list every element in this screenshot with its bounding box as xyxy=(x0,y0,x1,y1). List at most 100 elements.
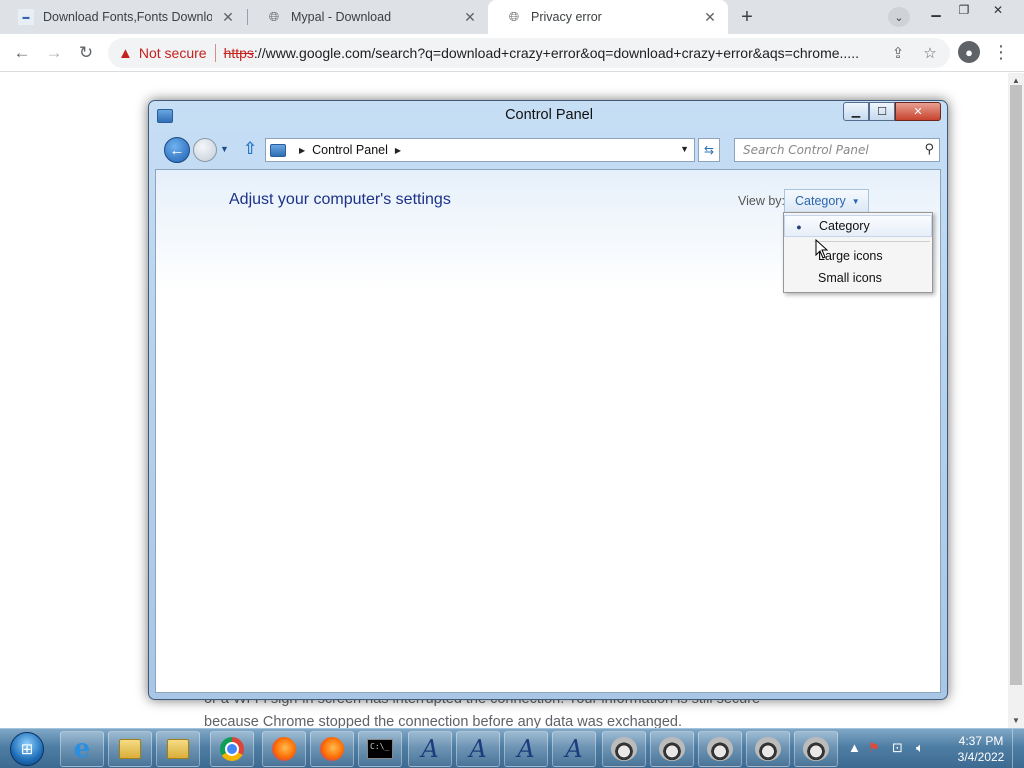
system-tray: ▲ ⚑ ⊡ 🔈︎ 4:37 PM 3/4/2022 xyxy=(848,729,1024,768)
menu-item-label: Small icons xyxy=(818,271,882,285)
taskbar-control-panel[interactable] xyxy=(156,731,200,767)
clock-time[interactable]: 4:37 PM xyxy=(946,734,1016,748)
view-by-label: View by: xyxy=(738,194,786,208)
view-by-dropdown[interactable]: Category ▼ xyxy=(784,189,869,213)
font-app-icon: A xyxy=(517,735,535,763)
taskbar-command-prompt[interactable]: C:\_ xyxy=(358,731,402,767)
scroll-down-icon[interactable]: ▼ xyxy=(1011,715,1021,725)
taskbar-font-app[interactable]: A xyxy=(456,731,500,767)
font-app-icon: A xyxy=(565,735,583,763)
tab-search-chevron-icon[interactable]: ⌄ xyxy=(888,7,910,27)
up-arrow-icon[interactable]: ⇧ xyxy=(243,139,257,159)
kebab-menu-icon[interactable]: ⋮ xyxy=(992,40,1010,64)
tab-close-icon[interactable]: ✕ xyxy=(220,9,236,25)
taskbar-raccoon-app[interactable] xyxy=(698,731,742,767)
minimize-icon[interactable]: ▁ xyxy=(922,1,950,19)
tab-download-fonts[interactable]: ▬ Download Fonts,Fonts Download ✕ xyxy=(0,0,246,34)
address-bar[interactable]: ▶ Control Panel ▶ ▼ xyxy=(265,138,695,162)
taskbar-font-app[interactable]: A xyxy=(408,731,452,767)
view-by-value: Category xyxy=(795,194,846,208)
refresh-icon[interactable]: ⇆ xyxy=(698,138,720,162)
font-app-icon: A xyxy=(421,735,439,763)
taskbar-chrome[interactable] xyxy=(210,731,254,767)
security-status[interactable]: Not secure xyxy=(139,45,207,61)
action-center-flag-icon[interactable]: ⚑ xyxy=(868,740,880,756)
close-window-icon[interactable]: ✕ xyxy=(984,1,1012,19)
network-icon[interactable]: ⊡ xyxy=(892,740,903,756)
taskbar-raccoon-app[interactable] xyxy=(746,731,790,767)
chevron-down-icon: ▼ xyxy=(851,196,860,206)
taskbar-raccoon-app[interactable] xyxy=(794,731,838,767)
tab-close-icon[interactable]: ✕ xyxy=(702,9,718,25)
taskbar-explorer[interactable] xyxy=(108,731,152,767)
internet-explorer-icon: e xyxy=(73,734,91,764)
restore-icon[interactable]: ❐ xyxy=(950,1,978,19)
maximize-icon[interactable]: ☐ xyxy=(869,102,895,121)
page-scrollbar[interactable]: ▲ ▼ xyxy=(1008,73,1024,728)
breadcrumb-arrow-icon[interactable]: ▶ xyxy=(395,146,401,155)
menu-item-label: Category xyxy=(819,219,870,233)
page-paragraph-line: because Chrome stopped the connection be… xyxy=(204,714,683,728)
taskbar-raccoon-app[interactable] xyxy=(602,731,646,767)
arrow-left-icon[interactable]: ← xyxy=(10,41,34,65)
firefox-icon xyxy=(272,737,296,761)
start-button[interactable]: ⊞ xyxy=(2,730,52,768)
close-icon[interactable]: ✕ xyxy=(895,102,941,121)
taskbar-firefox-2[interactable] xyxy=(310,731,354,767)
reload-icon[interactable]: ↻ xyxy=(74,41,98,65)
volume-icon[interactable]: 🔈︎ xyxy=(916,740,924,756)
new-tab-button[interactable]: + xyxy=(735,6,759,28)
view-by-menu: ● Category Large icons Small icons xyxy=(783,212,933,293)
globe-icon: 🌐︎ xyxy=(268,9,280,24)
raccoon-icon xyxy=(707,737,733,761)
control-panel-window: Control Panel ▁ ☐ ✕ ← ▼ ⇧ ▶ Control Pane… xyxy=(148,100,948,700)
show-desktop-button[interactable] xyxy=(1012,729,1024,768)
taskbar-raccoon-app[interactable] xyxy=(650,731,694,767)
command-prompt-icon: C:\_ xyxy=(367,739,393,759)
menu-item-large-icons[interactable]: Large icons xyxy=(784,245,932,267)
taskbar-font-app[interactable]: A xyxy=(504,731,548,767)
scroll-up-icon[interactable]: ▲ xyxy=(1011,75,1021,85)
address-bar[interactable]: ▲ Not secure https ://www.google.com/sea… xyxy=(108,38,950,68)
tab-title: Download Fonts,Fonts Download xyxy=(43,10,212,24)
breadcrumb-control-panel[interactable]: Control Panel xyxy=(312,143,388,157)
globe-icon: 🌐︎ xyxy=(508,9,520,24)
control-panel-icon xyxy=(270,143,286,157)
tab-close-icon[interactable]: ✕ xyxy=(462,9,478,25)
search-placeholder: Search Control Panel xyxy=(743,143,869,157)
back-arrow-icon[interactable]: ← xyxy=(164,137,190,163)
mouse-cursor-icon xyxy=(815,239,829,259)
window-title: Control Panel xyxy=(505,107,593,123)
firefox-icon xyxy=(320,737,344,761)
browser-toolbar: ← → ↻ ▲ Not secure https ://www.google.c… xyxy=(0,34,1024,72)
font-app-icon: A xyxy=(469,735,487,763)
page-heading: Adjust your computer's settings xyxy=(229,191,451,208)
folder-icon xyxy=(119,739,141,759)
folder-icon xyxy=(167,739,189,759)
forward-arrow-icon[interactable] xyxy=(193,138,217,162)
taskbar-internet-explorer[interactable]: e xyxy=(60,731,104,767)
scroll-thumb[interactable] xyxy=(1010,85,1022,685)
menu-item-category[interactable]: ● Category xyxy=(784,215,932,237)
tab-privacy-error[interactable]: 🌐︎ Privacy error ✕ xyxy=(488,0,728,34)
taskbar-firefox[interactable] xyxy=(262,731,306,767)
taskbar-font-app[interactable]: A xyxy=(552,731,596,767)
search-input[interactable]: Search Control Panel ⚲ xyxy=(734,138,940,162)
history-dropdown-icon[interactable]: ▼ xyxy=(220,144,229,154)
breadcrumb-arrow-icon[interactable]: ▶ xyxy=(299,146,305,155)
tray-expand-icon[interactable]: ▲ xyxy=(848,740,861,755)
search-icon[interactable]: ⚲ xyxy=(924,142,934,157)
arrow-right-icon[interactable]: → xyxy=(42,41,66,65)
star-icon[interactable]: ☆ xyxy=(918,41,942,65)
profile-icon[interactable]: ● xyxy=(958,41,980,63)
chevron-down-icon[interactable]: ▼ xyxy=(680,144,689,154)
menu-item-small-icons[interactable]: Small icons xyxy=(784,267,932,289)
taskbar: ⊞ e C:\_ A A A A ▲ ⚑ ⊡ 🔈︎ 4:37 PM 3/4/20… xyxy=(0,728,1024,768)
site-favicon-icon: ▬ xyxy=(18,9,34,25)
minimize-icon[interactable]: ▁ xyxy=(843,102,869,121)
tab-mypal-download[interactable]: 🌐︎ Mypal - Download ✕ xyxy=(248,0,488,34)
raccoon-icon xyxy=(611,737,637,761)
radio-selected-icon: ● xyxy=(796,221,802,232)
share-icon[interactable]: ⇪ xyxy=(886,41,910,65)
clock-date[interactable]: 3/4/2022 xyxy=(946,750,1016,764)
